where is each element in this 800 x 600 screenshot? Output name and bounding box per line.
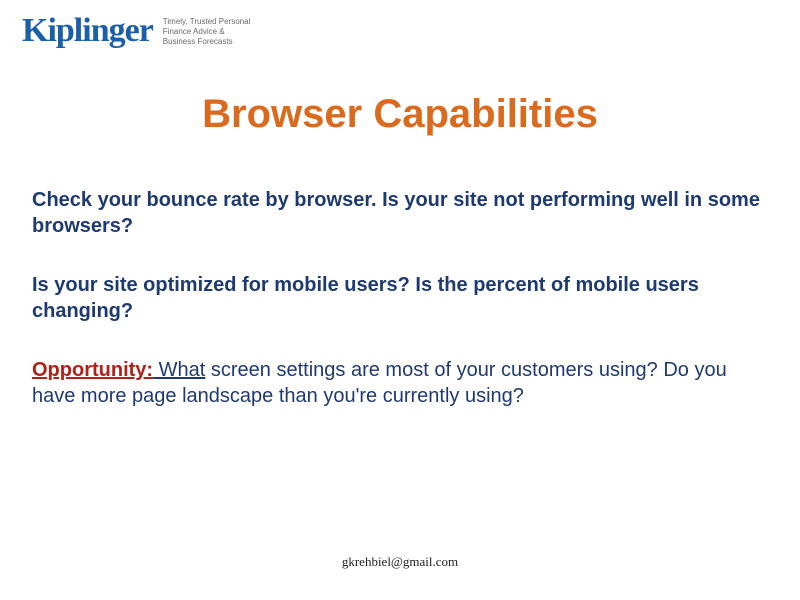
logo-word: Kiplinger bbox=[22, 14, 153, 48]
paragraph-2: Is your site optimized for mobile users?… bbox=[32, 273, 768, 324]
logo-tagline: Timely, Trusted Personal Finance Advice … bbox=[163, 17, 258, 47]
opportunity-text-underlined: What bbox=[153, 359, 205, 381]
slide: Kiplinger Timely, Trusted Personal Finan… bbox=[0, 0, 800, 600]
logo-block: Kiplinger Timely, Trusted Personal Finan… bbox=[22, 14, 258, 48]
paragraph-3: Opportunity: What screen settings are mo… bbox=[32, 358, 768, 409]
paragraph-1: Check your bounce rate by browser. Is yo… bbox=[32, 188, 768, 239]
opportunity-label: Opportunity: bbox=[32, 359, 153, 381]
footer-email: gkrehbiel@gmail.com bbox=[0, 554, 800, 570]
slide-body: Check your bounce rate by browser. Is yo… bbox=[32, 188, 768, 444]
slide-title: Browser Capabilities bbox=[0, 92, 800, 137]
